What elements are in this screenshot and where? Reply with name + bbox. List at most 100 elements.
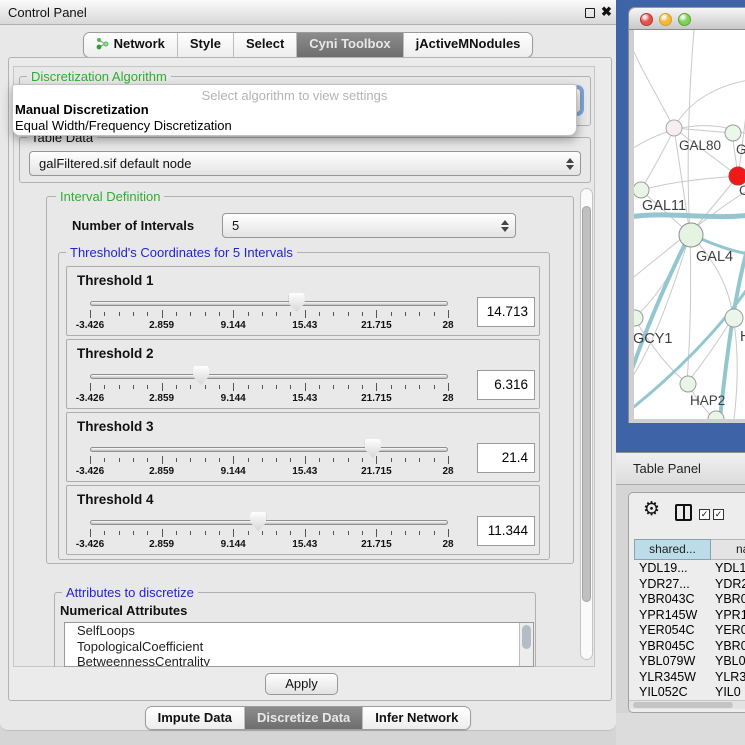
tab-network[interactable]: Network [84,33,177,57]
tab-impute-data[interactable]: Impute Data [146,707,244,729]
ruler-tick [448,383,449,391]
tick-label: 9.144 [221,539,246,550]
ruler-tick [333,531,334,535]
threshold-row: Threshold 4 -3.4262.8599.14415.4321.7152… [66,485,540,555]
gear-icon[interactable]: ⚙ [643,498,660,520]
tab-select[interactable]: Select [233,33,296,57]
node-gal4[interactable] [679,223,703,247]
ruler-tick [262,312,263,316]
popup-item-manual-discretization[interactable]: Manual Discretization [13,102,576,118]
popup-item-equal-width-frequency[interactable]: Equal Width/Frequency Discretization [13,118,576,134]
threshold-value-field[interactable]: 6.316 [477,370,535,400]
tab-discretize-data[interactable]: Discretize Data [244,707,362,729]
cell-shared-name[interactable]: YBR043C [639,592,695,606]
column-header-shared[interactable]: shared... [634,539,711,560]
threshold-row: Threshold 3 -3.4262.8599.14415.4321.7152… [66,412,540,482]
node-gal80[interactable] [666,120,682,136]
tab-infer-network[interactable]: Infer Network [362,707,470,729]
num-intervals-combo[interactable]: 5 [222,213,516,238]
cell-name[interactable]: YPR1 [715,608,745,622]
columns-icon[interactable] [675,504,692,521]
node-gcy1[interactable] [634,310,643,326]
node-gal11[interactable] [634,182,649,198]
ruler-tick [276,458,277,462]
table-row[interactable]: YDR27... YDR2 [629,577,745,593]
float-icon[interactable] [585,8,595,18]
ruler-tick [391,531,392,535]
table-row[interactable]: YPR145W YPR1 [629,608,745,624]
threshold-value-field[interactable]: 11.344 [477,516,535,546]
cell-name[interactable]: YBL0 [715,654,745,668]
close-traffic-light-icon[interactable] [640,13,653,26]
cell-shared-name[interactable]: YBL079W [639,654,695,668]
ruler-tick [133,385,134,389]
tick-label: -3.426 [76,539,104,550]
cell-name[interactable]: YLR3 [715,670,745,684]
list-item[interactable]: BetweennessCentrality [65,654,533,667]
ruler-tick [248,385,249,389]
close-icon[interactable]: ✖ [601,4,612,20]
cell-name[interactable]: YIL0 [715,685,741,699]
ruler-tick [376,383,377,391]
cell-name[interactable]: YBR0 [715,592,745,606]
tab-cyni-toolbox[interactable]: Cyni Toolbox [296,33,402,57]
cell-shared-name[interactable]: YPR145W [639,608,697,622]
ruler-tick [290,312,291,316]
table-data-combo[interactable]: galFiltered.sif default node [29,151,581,176]
zoom-traffic-light-icon[interactable] [678,13,691,26]
cell-shared-name[interactable]: YIL052C [639,685,688,699]
cell-shared-name[interactable]: YDL19... [639,561,688,575]
threshold-value-field[interactable]: 21.4 [477,443,535,473]
ruler-tick [391,312,392,316]
list-scrollbar[interactable] [519,623,533,666]
tab-jactivemnodules[interactable]: jActiveMNodules [403,33,533,57]
network-window-titlebar[interactable] [629,8,745,30]
slider-rail[interactable] [90,301,448,306]
scrollbar-thumb[interactable] [633,702,733,708]
cell-name[interactable]: YER0 [715,623,745,637]
table-hscrollbar[interactable] [629,700,745,709]
minimize-traffic-light-icon[interactable] [659,13,672,26]
cell-shared-name[interactable]: YBR045C [639,639,695,653]
panel-title: Control Panel [8,5,87,20]
node-hap2[interactable] [680,376,696,392]
slider-rail[interactable] [90,520,448,525]
slider-rail[interactable] [90,447,448,452]
ruler-tick [376,310,377,318]
ruler-tick [133,458,134,462]
scrollbar-thumb[interactable] [582,206,591,602]
table-row[interactable]: YBL079W YBL0 [629,654,745,670]
cell-shared-name[interactable]: YLR345W [639,670,696,684]
slider-tick-labels: -3.4262.8599.14415.4321.71528 [90,320,448,332]
node-partial-mid-right[interactable] [725,309,743,327]
slider-tick-labels: -3.4262.8599.14415.4321.71528 [90,466,448,478]
tab-style[interactable]: Style [177,33,233,57]
network-nodes [634,120,745,419]
cell-shared-name[interactable]: YER054C [639,623,695,637]
node-partial-top-right[interactable] [725,125,741,141]
table-row[interactable]: YER054C YER0 [629,623,745,639]
table-row[interactable]: YLR345W YLR3 [629,670,745,686]
table-row[interactable]: YBR045C YBR0 [629,639,745,655]
tick-label: 9.144 [221,466,246,477]
cell-shared-name[interactable]: YDR27... [639,577,690,591]
table-row[interactable]: YDL19... YDL1 [629,561,745,577]
list-item[interactable]: SelfLoops [65,623,533,639]
ruler-tick [119,531,120,535]
column-header-name[interactable]: na [711,539,745,560]
table-row[interactable]: YIL052C YIL0 [629,685,745,700]
cell-name[interactable]: YBR0 [715,639,745,653]
threshold-value-field[interactable]: 14.713 [477,297,535,327]
cell-name[interactable]: YDR2 [715,577,745,591]
ruler-tick [219,531,220,535]
network-canvas[interactable]: GAL80 GA C GAL11 GAL4 GCY1 H HAP2 [634,30,745,419]
apply-button[interactable]: Apply [265,673,338,695]
list-item[interactable]: TopologicalCoefficient [65,639,533,655]
settings-scrollbar[interactable] [580,188,593,660]
cell-name[interactable]: YDL1 [715,561,745,575]
tick-label: 9.144 [221,393,246,404]
checkbox-icon[interactable]: ✓ [699,509,710,520]
slider-rail[interactable] [90,374,448,379]
checkbox-icon[interactable]: ✓ [713,509,724,520]
table-row[interactable]: YBR043C YBR0 [629,592,745,608]
